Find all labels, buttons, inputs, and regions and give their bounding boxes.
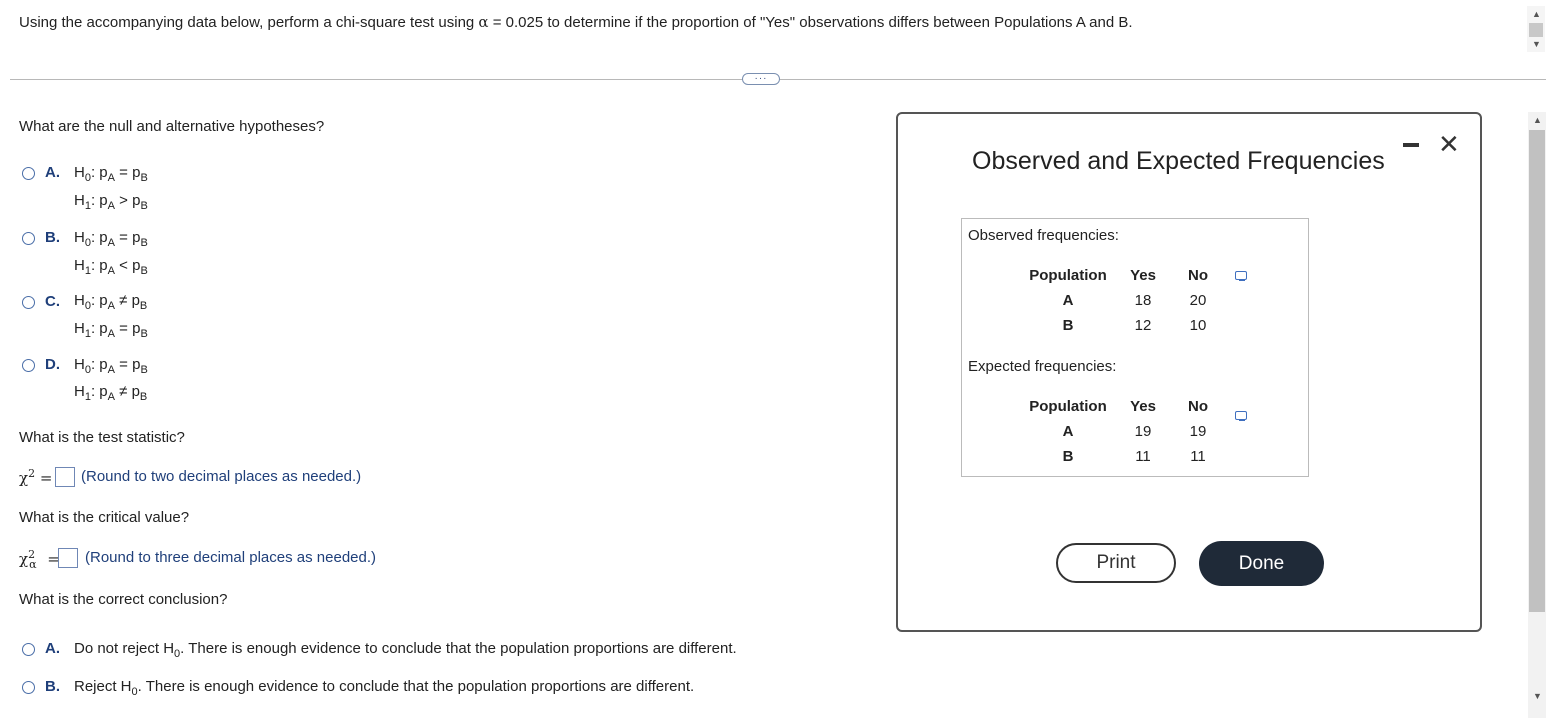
hypothesis-option-a-h0: H0: pA = pB bbox=[74, 164, 148, 184]
copy-expected-icon[interactable] bbox=[1235, 411, 1247, 421]
expected-row-b-yes: 11 bbox=[1135, 448, 1151, 465]
conclusion-option-a-text: Do not reject H0. There is enough eviden… bbox=[74, 640, 737, 660]
expected-row-a-label: A bbox=[1062, 423, 1074, 440]
observed-header-yes: Yes bbox=[1130, 267, 1156, 284]
hypothesis-option-b-radio[interactable] bbox=[22, 232, 35, 245]
expected-header-yes: Yes bbox=[1130, 398, 1156, 415]
chi-square-symbol: χ2 = bbox=[19, 467, 53, 487]
observed-header-no: No bbox=[1188, 267, 1208, 284]
observed-row-a-label: A bbox=[1062, 292, 1074, 309]
test-statistic-prompt: What is the test statistic? bbox=[19, 429, 185, 446]
close-icon[interactable]: ✕ bbox=[1438, 131, 1460, 157]
observed-row-a-yes: 18 bbox=[1134, 292, 1152, 309]
done-button[interactable]: Done bbox=[1199, 541, 1324, 586]
hypothesis-option-b-letter: B. bbox=[45, 229, 60, 246]
conclusion-option-b-letter: B. bbox=[45, 678, 60, 695]
hypothesis-option-c-h1: H1: pA = pB bbox=[74, 320, 148, 340]
expected-row-b-no: 11 bbox=[1190, 448, 1206, 465]
test-statistic-input[interactable] bbox=[55, 467, 75, 487]
scroll-thumb[interactable] bbox=[1529, 130, 1545, 612]
observed-row-b-label: B bbox=[1062, 317, 1074, 334]
observed-row-a-no: 20 bbox=[1189, 292, 1207, 309]
observed-label: Observed frequencies: bbox=[968, 227, 1119, 244]
copy-observed-icon[interactable] bbox=[1235, 271, 1247, 281]
observed-row-b-yes: 12 bbox=[1134, 317, 1152, 334]
conclusion-option-a-letter: A. bbox=[45, 640, 60, 657]
conclusion-option-b-radio[interactable] bbox=[22, 681, 35, 694]
top-scrollbar[interactable]: ▲ ▼ bbox=[1527, 6, 1545, 52]
expected-row-a-no: 19 bbox=[1189, 423, 1207, 440]
minimize-icon[interactable] bbox=[1403, 143, 1419, 147]
critical-value-hint: (Round to three decimal places as needed… bbox=[85, 549, 377, 566]
critical-value-input[interactable] bbox=[58, 548, 78, 568]
hypothesis-option-a-letter: A. bbox=[45, 164, 60, 181]
expected-table: Population Yes No A 19 19 B 11 11 bbox=[1022, 394, 1224, 469]
hypothesis-option-c-letter: C. bbox=[45, 293, 60, 310]
conclusion-option-b-text: Reject H0. There is enough evidence to c… bbox=[74, 678, 695, 698]
hypothesis-option-b-h1: H1: pA < pB bbox=[74, 257, 148, 277]
observed-table: Population Yes No A 18 20 B 12 10 bbox=[1022, 263, 1224, 338]
chi-square-alpha-symbol: χ2α = bbox=[19, 548, 60, 571]
dialog-title: Observed and Expected Frequencies bbox=[972, 147, 1385, 175]
scroll-up-arrow-icon[interactable]: ▲ bbox=[1532, 10, 1541, 19]
hypothesis-option-c-h0: H0: pA ≠ pB bbox=[74, 292, 148, 312]
table-row: A 19 19 bbox=[1022, 419, 1224, 444]
hypothesis-option-d-h1: H1: pA ≠ pB bbox=[74, 383, 148, 403]
conclusion-prompt: What is the correct conclusion? bbox=[19, 591, 228, 608]
table-row: B 11 11 bbox=[1022, 444, 1224, 469]
hypothesis-option-d-letter: D. bbox=[45, 356, 60, 373]
test-statistic-hint: (Round to two decimal places as needed.) bbox=[81, 468, 362, 485]
observed-row-b-no: 10 bbox=[1189, 317, 1207, 334]
hypothesis-option-c-radio[interactable] bbox=[22, 296, 35, 309]
hypothesis-option-d-h0: H0: pA = pB bbox=[74, 356, 148, 376]
hypothesis-option-a-h1: H1: pA > pB bbox=[74, 192, 148, 212]
expected-row-b-label: B bbox=[1062, 448, 1074, 465]
expected-label: Expected frequencies: bbox=[968, 358, 1117, 375]
expected-header-population: Population bbox=[1029, 398, 1107, 415]
critical-value-prompt: What is the critical value? bbox=[19, 509, 190, 526]
expected-header-no: No bbox=[1188, 398, 1208, 415]
hypothesis-option-d-radio[interactable] bbox=[22, 359, 35, 372]
print-button[interactable]: Print bbox=[1056, 543, 1176, 583]
scroll-up-arrow-icon[interactable]: ▲ bbox=[1533, 116, 1542, 125]
more-button[interactable]: ··· bbox=[742, 73, 780, 85]
scroll-thumb-top[interactable] bbox=[1529, 23, 1543, 37]
table-row: B 12 10 bbox=[1022, 313, 1224, 338]
observed-header-population: Population bbox=[1029, 267, 1107, 284]
conclusion-option-a-radio[interactable] bbox=[22, 643, 35, 656]
scroll-down-arrow-icon[interactable]: ▼ bbox=[1533, 692, 1542, 701]
question-text: Using the accompanying data below, perfo… bbox=[19, 13, 1133, 31]
hypotheses-prompt: What are the null and alternative hypoth… bbox=[19, 118, 325, 135]
hypothesis-option-a-radio[interactable] bbox=[22, 167, 35, 180]
scroll-down-arrow-icon[interactable]: ▼ bbox=[1532, 40, 1541, 49]
table-row: A 18 20 bbox=[1022, 288, 1224, 313]
expected-row-a-yes: 19 bbox=[1134, 423, 1152, 440]
hypothesis-option-b-h0: H0: pA = pB bbox=[74, 229, 148, 249]
